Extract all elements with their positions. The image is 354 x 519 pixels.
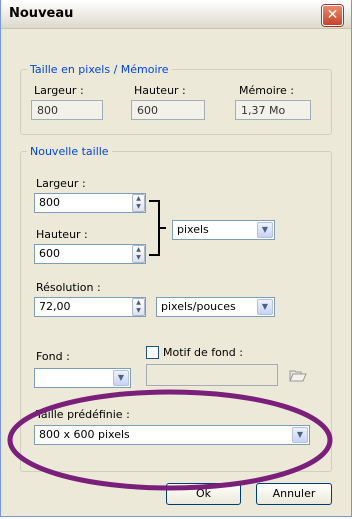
- highlight-ellipse: [7, 389, 333, 491]
